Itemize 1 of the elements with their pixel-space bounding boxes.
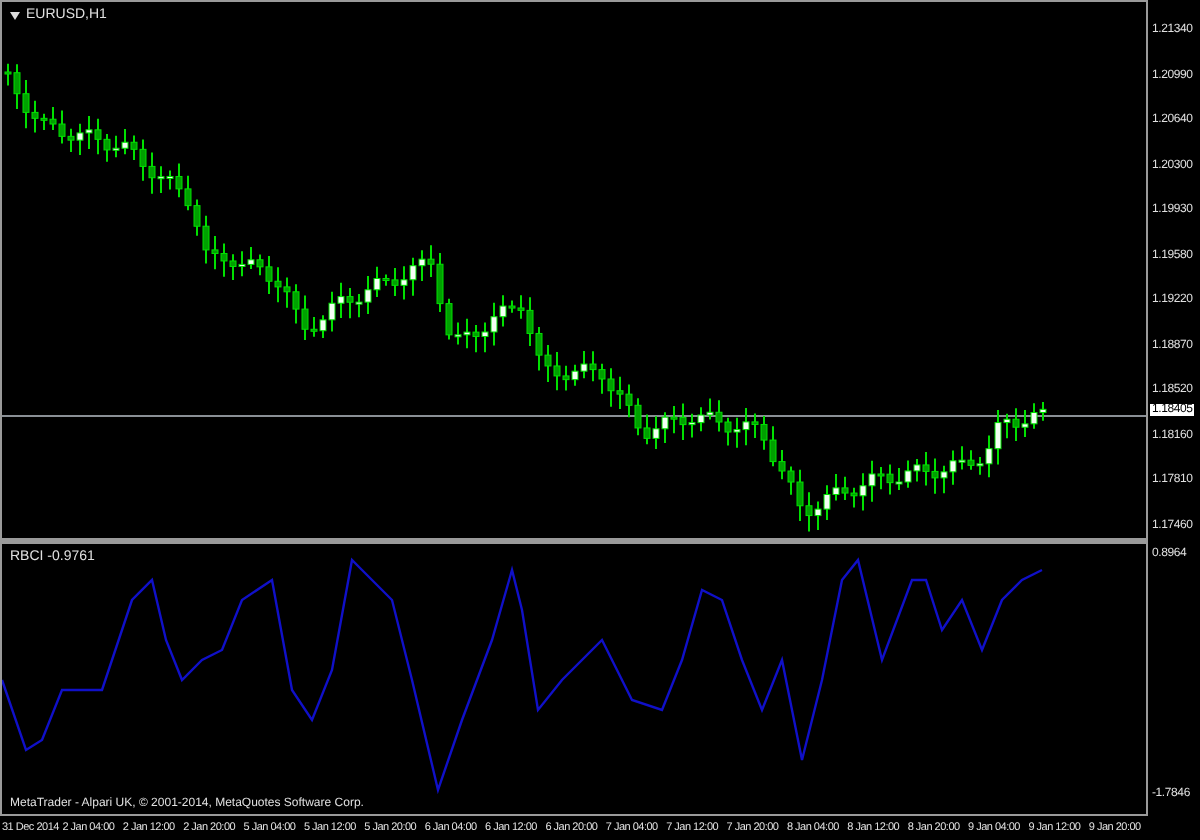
dropdown-triangle-icon[interactable] — [10, 12, 20, 20]
